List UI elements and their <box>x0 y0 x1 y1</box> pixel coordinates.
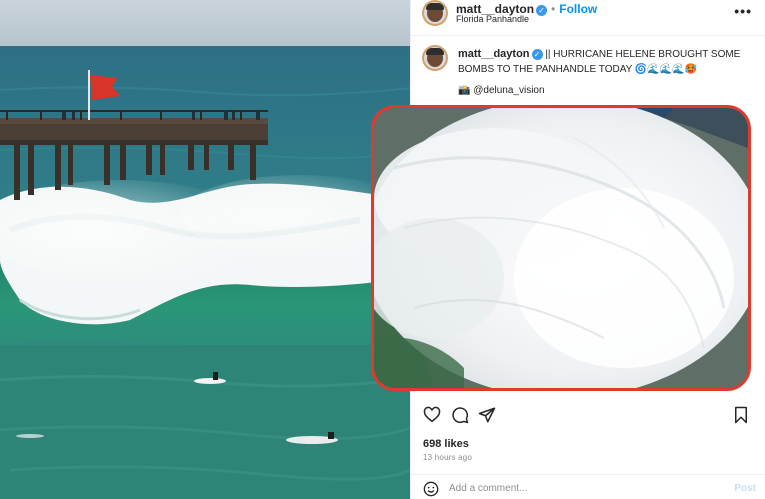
send-icon[interactable] <box>478 406 496 424</box>
author-avatar[interactable] <box>422 0 448 26</box>
caption-username[interactable]: matt__dayton <box>458 48 530 60</box>
verified-icon: ✓ <box>536 5 548 16</box>
caption-avatar[interactable] <box>422 45 448 71</box>
follow-button[interactable]: Follow <box>559 2 597 16</box>
post-comment-button[interactable]: Post <box>734 483 756 494</box>
caption: matt__dayton ✓ || HURRICANE HELENE BROUGH… <box>458 47 758 77</box>
location-link[interactable]: Florida Panhandle <box>456 14 529 24</box>
bookmark-icon[interactable] <box>733 406 749 424</box>
satellite-image-overlay <box>371 105 751 391</box>
comment-bar: Add a comment... Post <box>411 474 765 499</box>
like-count[interactable]: 698 likes <box>423 438 469 450</box>
post-image[interactable] <box>0 0 410 499</box>
action-bar <box>411 400 765 430</box>
post-header: matt__dayton ✓ • Follow Florida Panhandle •… <box>411 0 765 36</box>
separator-dot: • <box>551 2 556 16</box>
comment-input[interactable]: Add a comment... <box>449 483 527 494</box>
photo-credit[interactable]: 📸 @deluna_vision <box>458 85 545 96</box>
comment-icon[interactable] <box>451 406 469 424</box>
more-icon[interactable]: ••• <box>734 3 752 19</box>
verified-icon: ✓ <box>531 49 543 60</box>
smiley-icon[interactable] <box>423 481 439 497</box>
post-timestamp: 13 hours ago <box>423 453 473 462</box>
heart-icon[interactable] <box>423 406 441 424</box>
